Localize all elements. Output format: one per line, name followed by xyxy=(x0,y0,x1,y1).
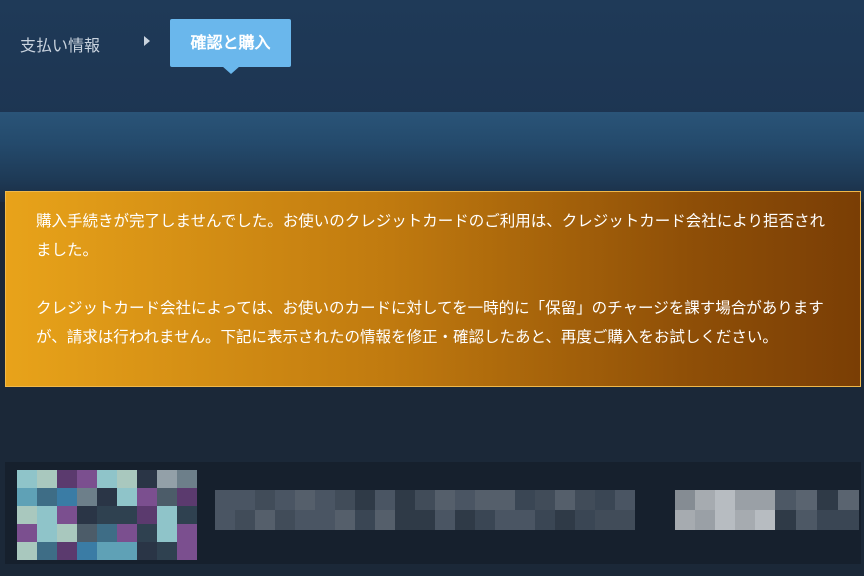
chevron-right-icon xyxy=(144,36,150,46)
breadcrumb-pointer xyxy=(222,66,240,74)
payment-method-row xyxy=(5,462,861,564)
breadcrumb-payment-info-link[interactable]: 支払い情報 xyxy=(20,32,100,56)
obscured-card-expiry xyxy=(775,490,859,530)
obscured-card-details xyxy=(215,490,635,530)
obscured-card-number xyxy=(675,490,775,530)
error-message-secondary: クレジットカード会社によっては、お使いのカードに対してを一時的に「保留」のチャー… xyxy=(36,299,824,346)
obscured-card-image xyxy=(17,470,197,560)
error-message-primary: 購入手続きが完了しませんでした。お使いのクレジットカードのご利用は、クレジットカ… xyxy=(36,212,825,259)
header-band xyxy=(0,112,864,202)
payment-error-notice: 購入手続きが完了しませんでした。お使いのクレジットカードのご利用は、クレジットカ… xyxy=(5,191,861,387)
breadcrumb: 支払い情報 確認と購入 xyxy=(0,0,864,80)
breadcrumb-confirm-purchase-current: 確認と購入 xyxy=(170,19,291,67)
